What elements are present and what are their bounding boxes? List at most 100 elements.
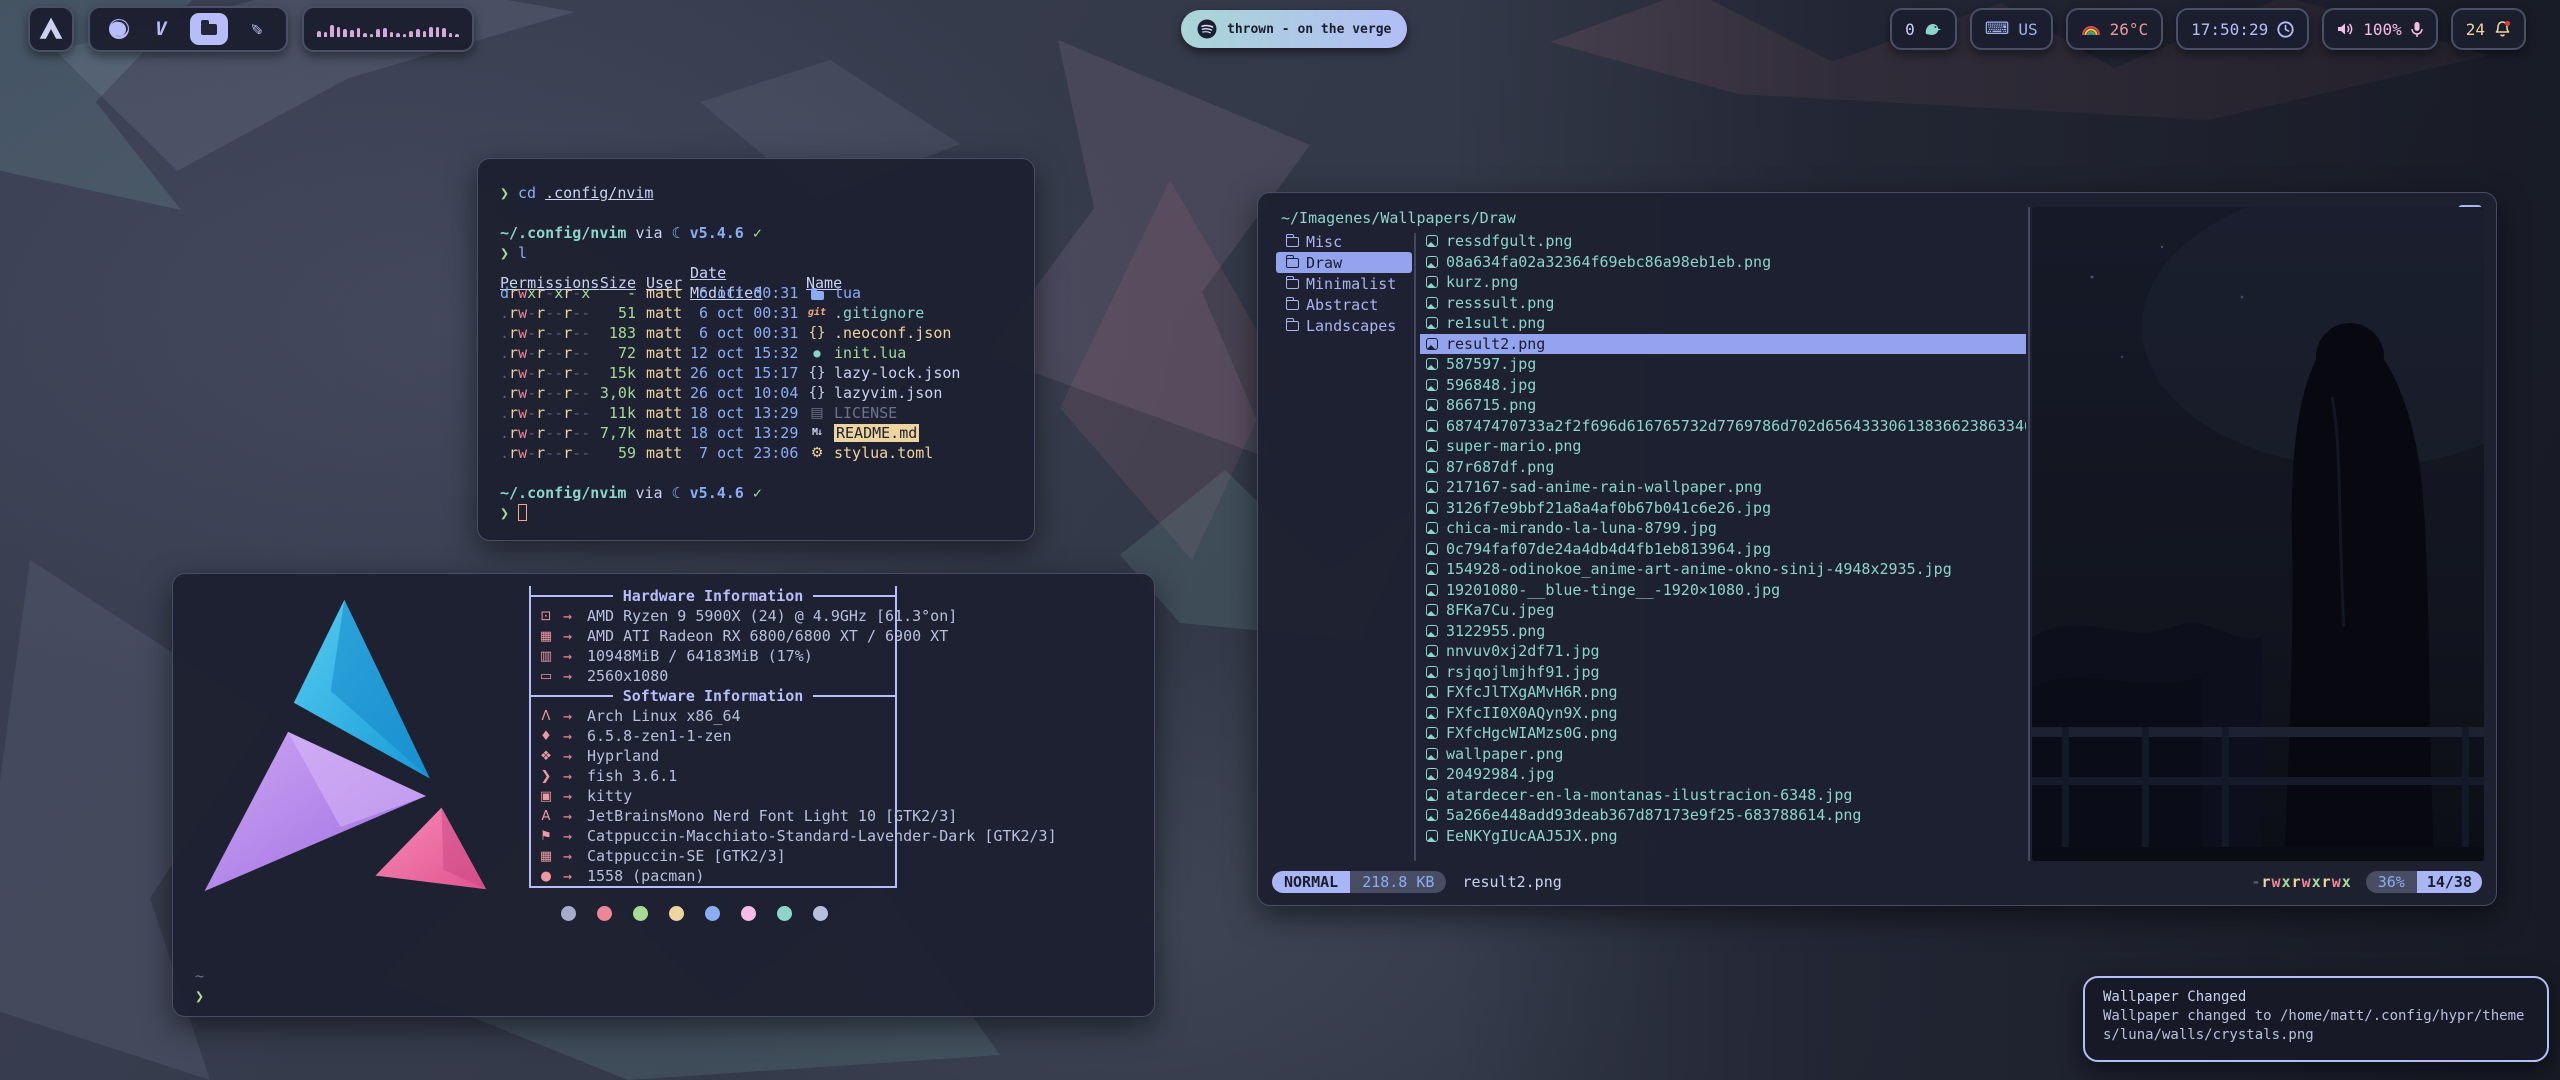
file-size: 72 <box>598 343 642 363</box>
arrow-icon: → <box>561 827 587 845</box>
fastfetch-window[interactable]: Hardware Information ⊡ → AMD Ryzen 9 590… <box>172 573 1155 1017</box>
fetch-row: ♦ → 6.5.8-zen1-1-zen <box>531 726 895 746</box>
image-file-icon <box>1426 502 1438 514</box>
firefox-icon[interactable] <box>106 14 132 44</box>
arrow-icon: → <box>561 627 587 645</box>
sidebar-folder-item[interactable]: Minimalist <box>1276 273 1412 294</box>
file-list-item[interactable]: kurz.png <box>1420 272 2026 293</box>
speaker-icon <box>2337 21 2354 37</box>
file-list-item[interactable]: chica-mirando-la-luna-8799.jpg <box>1420 518 2026 539</box>
file-list-item[interactable]: 08a634fa02a32364f69ebc86a98eb1eb.png <box>1420 252 2026 273</box>
file-permissions: -rwxrwxrwx <box>2251 873 2351 891</box>
file-list-item[interactable]: 20492984.jpg <box>1420 764 2026 785</box>
clock-widget[interactable]: 17:50:29 <box>2176 8 2309 50</box>
file-name: 217167-sad-anime-rain-wallpaper.png <box>1446 478 1762 496</box>
folder-icon <box>1286 237 1299 247</box>
notification-popup[interactable]: Wallpaper Changed Wallpaper changed to /… <box>2083 976 2549 1062</box>
file-manager-icon[interactable] <box>190 13 228 45</box>
file-list-item[interactable]: nnvuv0xj2df71.jpg <box>1420 641 2026 662</box>
fetch-row: Λ → Arch Linux x86_64 <box>531 706 895 726</box>
file-list-item[interactable]: 596848.jpg <box>1420 375 2026 396</box>
media-player-widget[interactable]: thrown - on the verge <box>1181 10 1407 48</box>
file-list-item[interactable]: atardecer-en-la-montanas-ilustracion-634… <box>1420 785 2026 806</box>
file-list-item[interactable]: 5a266e448add93deab367d87173e9f25-6837886… <box>1420 805 2026 826</box>
terminal-cursor[interactable] <box>518 504 527 521</box>
file-name: 5a266e448add93deab367d87173e9f25-6837886… <box>1446 806 1861 824</box>
sidebar-folder-item[interactable]: Abstract <box>1276 294 1412 315</box>
mode-indicator: NORMAL <box>1272 871 1350 893</box>
file-date: 12 oct 15:32 <box>690 343 806 363</box>
sidebar-folder-item[interactable]: Landscapes <box>1276 315 1412 336</box>
file-name: 19201080-__blue-tinge__-1920×1080.jpg <box>1446 581 1780 599</box>
file-list-item[interactable]: 866715.png <box>1420 395 2026 416</box>
image-file-icon <box>1426 584 1438 596</box>
file-list-item[interactable]: FXfcII0X0AQyn9X.png <box>1420 703 2026 724</box>
file-name: LICENSE <box>832 403 1012 423</box>
file-list-item[interactable]: 3126f7e9bbf21a8a4af0b67b041c6e26.jpg <box>1420 498 2026 519</box>
image-file-icon <box>1426 338 1438 350</box>
file-list-item[interactable]: result2.png <box>1420 334 2026 355</box>
keyboard-layout: US <box>2018 20 2037 39</box>
file-list-item[interactable]: FXfcJlTXgAMvH6R.png <box>1420 682 2026 703</box>
file-list-item[interactable]: re1sult.png <box>1420 313 2026 334</box>
distro-logo <box>187 586 527 936</box>
selected-file-name: result2.png <box>1462 873 1561 891</box>
app-launcher-button[interactable] <box>28 6 74 52</box>
notifications-widget[interactable]: 24 <box>2451 8 2526 50</box>
sidebar-folder-item[interactable]: Misc <box>1276 231 1412 252</box>
audio-widget[interactable]: 100% <box>2322 8 2438 50</box>
file-list-item[interactable]: 87r687df.png <box>1420 457 2026 478</box>
file-list-item[interactable]: resssult.png <box>1420 293 2026 314</box>
file-list-item[interactable]: 217167-sad-anime-rain-wallpaper.png <box>1420 477 2026 498</box>
file-permissions: .rw-r--r-- <box>500 443 598 463</box>
weather-widget[interactable]: 26°C <box>2066 8 2164 50</box>
file-owner: matt <box>642 363 690 383</box>
file-list-item[interactable]: 0c794faf07de24a4db4d4fb1eb813964.jpg <box>1420 539 2026 560</box>
terminal-window[interactable]: ❯cd.config/nvim ~/.config/nvim via ☾ v5.… <box>477 158 1035 541</box>
file-list-item[interactable]: FXfcHgcWIAMzs0G.png <box>1420 723 2026 744</box>
file-type-icon: {} <box>806 323 828 343</box>
file-manager-window[interactable]: ~/Imagenes/Wallpapers/Draw 1 Misc Draw M… <box>1257 192 2497 906</box>
paint-icon[interactable]: ✎ <box>244 14 270 44</box>
file-list-item[interactable]: 68747470733a2f2f696d616765732d7769786d70… <box>1420 416 2026 437</box>
file-size: 183 <box>598 323 642 343</box>
ls-row: .rw-r--r-- 51 matt 6 oct 00:31 git .giti… <box>500 303 1012 323</box>
file-list-item[interactable]: 587597.jpg <box>1420 354 2026 375</box>
file-list-item[interactable]: ressdfgult.png <box>1420 231 2026 252</box>
neovim-icon[interactable]: V <box>148 14 174 44</box>
file-date: 18 oct 13:29 <box>690 403 806 423</box>
file-type-icon: {} <box>806 363 828 383</box>
image-file-icon <box>1426 748 1438 760</box>
lua-version: v5.4.6 <box>690 223 744 243</box>
file-list-item[interactable]: rsjqojlmjhf91.jpg <box>1420 662 2026 683</box>
file-name: README.md <box>832 423 1012 443</box>
file-name: rsjqojlmjhf91.jpg <box>1446 663 1600 681</box>
fetch-row-text: Arch Linux x86_64 <box>587 707 741 725</box>
image-file-icon <box>1426 461 1438 473</box>
file-list-item[interactable]: 154928-odinokoe_anime-art-anime-okno-sin… <box>1420 559 2026 580</box>
file-list-item[interactable]: EeNKYgIUcAAJ5JX.png <box>1420 826 2026 847</box>
clock-icon <box>2277 21 2294 38</box>
file-date: 26 oct 10:04 <box>690 383 806 403</box>
file-name: 87r687df.png <box>1446 458 1554 476</box>
file-list-item[interactable]: wallpaper.png <box>1420 744 2026 765</box>
file-size: 51 <box>598 303 642 323</box>
image-preview-pane <box>2032 207 2484 861</box>
image-file-icon <box>1426 830 1438 842</box>
keyboard-layout-widget[interactable]: ⌨ US <box>1970 8 2053 50</box>
clock-time: 17:50:29 <box>2191 20 2268 39</box>
file-list-item[interactable]: 8FKa7Cu.jpeg <box>1420 600 2026 621</box>
file-permissions: drwxr-xr-x <box>500 283 598 303</box>
fetch-row: ▦ → AMD ATI Radeon RX 6800/6800 XT / 690… <box>531 626 895 646</box>
image-file-icon <box>1426 789 1438 801</box>
sidebar-folder-item[interactable]: Draw <box>1276 252 1412 273</box>
file-list-item[interactable]: 3122955.png <box>1420 621 2026 642</box>
file-permissions: .rw-r--r-- <box>500 343 598 363</box>
file-list-item[interactable]: super-mario.png <box>1420 436 2026 457</box>
file-name: 0c794faf07de24a4db4d4fb1eb813964.jpg <box>1446 540 1771 558</box>
fetch-row-text: Catppuccin-Macchiato-Standard-Lavender-D… <box>587 827 1057 845</box>
file-list-item[interactable]: 19201080-__blue-tinge__-1920×1080.jpg <box>1420 580 2026 601</box>
file-name: .gitignore <box>832 303 1012 323</box>
updates-widget[interactable]: 0 <box>1890 8 1957 50</box>
ls-row: .rw-r--r-- 11k matt 18 oct 13:29 ▤ LICEN… <box>500 403 1012 423</box>
